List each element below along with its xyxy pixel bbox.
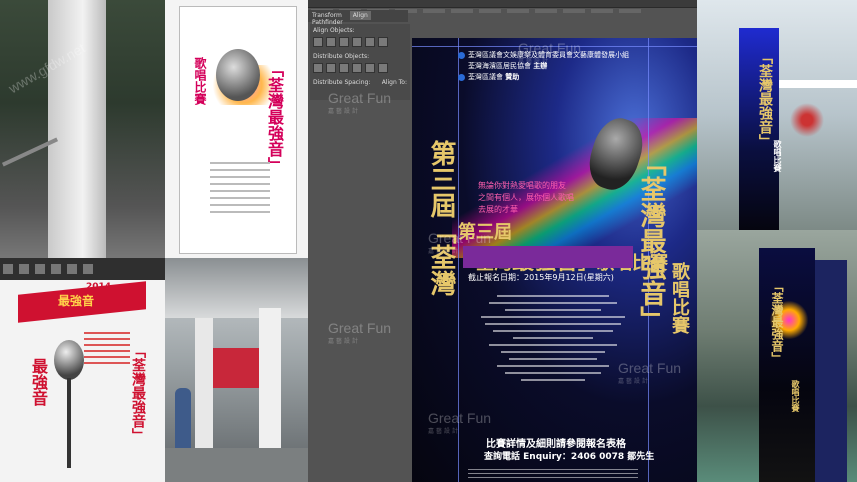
tool-icon[interactable]: [51, 264, 61, 274]
microphone-graphic: [216, 49, 260, 101]
vertical-subtitle: 歌唱比賽: [669, 262, 690, 334]
panel-tabs[interactable]: Transform Align Pathfinder: [308, 10, 408, 26]
sponsor-role: 贊助: [505, 73, 520, 81]
distribute-center-icon[interactable]: [326, 63, 336, 73]
distribute-hcenter-icon[interactable]: [365, 63, 375, 73]
red-poster-year: 2014: [86, 282, 112, 292]
red-signage: [213, 348, 259, 388]
body-text-lines: [84, 328, 130, 368]
distribute-objects-label: Distribute Objects:: [313, 53, 370, 60]
title-open-right: 「荃灣: [636, 150, 666, 228]
align-top-icon[interactable]: [352, 37, 362, 47]
poster-subtitle: 歌唱比賽: [193, 57, 207, 105]
title-close-right: 」: [636, 306, 666, 332]
watermark: Great Fun 嘉藝設計: [328, 320, 392, 345]
red-vertical-title: 最強音: [29, 358, 48, 406]
align-right-icon[interactable]: [339, 37, 349, 47]
tool-icon[interactable]: [3, 264, 13, 274]
guide-line: [412, 46, 697, 47]
software-toolbar: [0, 258, 165, 280]
distribute-bottom-icon[interactable]: [339, 63, 349, 73]
footer-text: [468, 466, 638, 481]
people: [787, 100, 827, 140]
person: [175, 388, 191, 448]
tool-icon[interactable]: [83, 264, 93, 274]
sponsor: 荃灣區議會: [468, 73, 503, 81]
column-title: 「荃灣最強音」: [770, 280, 784, 364]
microphone-graphic: [54, 340, 84, 380]
hanging-banner: [48, 0, 106, 258]
distribute-objects-buttons[interactable]: [313, 63, 407, 73]
enquiry-heading: 比賽詳情及細則請參閱報名表格: [486, 439, 626, 450]
design-software-window: Transform Align Pathfinder Align Objects…: [308, 0, 697, 482]
logo-dot-icon: [458, 51, 465, 59]
distribute-left-icon[interactable]: [352, 63, 362, 73]
menu-bar: [308, 0, 697, 13]
body-text-lines: [210, 157, 270, 218]
slogan-line: 無論你對熱愛唱歌的朋友: [478, 181, 566, 190]
pillar-title: 「荃灣最強音」: [757, 50, 773, 148]
vertical-title-left: 第三屆「荃灣: [423, 140, 460, 330]
poster-print-preview: 「荃灣最強音」 歌唱比賽: [165, 0, 308, 258]
portfolio-collage: www.gfdw.net 「荃灣最強音」 歌唱比賽 Transform Alig…: [0, 0, 857, 482]
slogan-line: 去展的才華: [478, 205, 518, 214]
organizer-block: 荃灣區議會文娛康樂及體育委員會文藝康體發展小組 荃灣海濱區居民協會 主辦 荃灣區…: [458, 50, 629, 83]
info-band: [463, 246, 633, 268]
logo-dot-icon: [458, 73, 465, 81]
distribute-spacing-label: Distribute Spacing:: [313, 79, 371, 86]
align-middle-icon[interactable]: [365, 37, 375, 47]
walkway-floor: [165, 448, 308, 482]
align-bottom-icon[interactable]: [378, 37, 388, 47]
title-edition: 第三屆: [426, 140, 456, 218]
pillar-subtitle: 歌唱比賽: [773, 140, 783, 172]
roof: [165, 258, 308, 318]
tool-icon[interactable]: [19, 264, 29, 274]
slogan-line: 之間有個人，展你個人歌唱: [478, 193, 574, 202]
red-poster-design: 2014 最強音 最強音 「荃灣最強音」: [0, 258, 165, 482]
align-to-label: Align To:: [381, 79, 407, 86]
organizer-2: 荃灣海濱區居民協會: [468, 62, 531, 70]
outdoor-column-photo: 「荃灣最強音」 歌唱比賽: [697, 230, 857, 482]
column-wrap: [759, 248, 815, 482]
organizer-role: 主辦: [533, 62, 548, 70]
mall-pillar-photo: 「荃灣最強音」 歌唱比賽: [697, 0, 857, 230]
corridor-photo: [165, 258, 308, 482]
center-edition: 第三屆: [458, 222, 512, 243]
column-side: [815, 260, 847, 482]
tab-transform[interactable]: Transform: [312, 12, 342, 19]
tab-align[interactable]: Align: [349, 11, 371, 20]
tool-icon[interactable]: [35, 264, 45, 274]
deadline: 截止報名日期：2015年9月12日(星期六): [468, 273, 614, 282]
ceiling-light: [779, 80, 857, 88]
slogan: 無論你對熱愛唱歌的朋友 之間有個人，展你個人歌唱 去展的才華: [478, 180, 574, 216]
align-left-icon[interactable]: [313, 37, 323, 47]
column-subtitle: 歌唱比賽: [791, 380, 801, 412]
title-open: 「荃灣: [426, 218, 456, 296]
details-text: [473, 290, 633, 386]
organizer-1: 荃灣區議會文娛康樂及體育委員會文藝康體發展小組: [468, 51, 629, 59]
poster-sheet: 「荃灣最強音」 歌唱比賽: [179, 6, 297, 254]
align-center-icon[interactable]: [326, 37, 336, 47]
align-objects-label: Align Objects:: [313, 27, 355, 34]
distribute-top-icon[interactable]: [313, 63, 323, 73]
align-objects-buttons[interactable]: [313, 37, 407, 47]
align-panel: Align Objects: Distribute Objects: Distr…: [310, 24, 410, 100]
lobby-banner-photo: www.gfdw.net: [0, 0, 165, 258]
red-vertical-subtitle: 「荃灣最強音」: [130, 344, 146, 442]
red-poster-title: 最強音: [58, 294, 95, 308]
distribute-right-icon[interactable]: [378, 63, 388, 73]
enquiry-phone: 查詢電話 Enquiry：2406 0078 鄒先生: [484, 452, 655, 462]
tool-icon[interactable]: [67, 264, 77, 274]
mic-stand: [67, 378, 71, 468]
